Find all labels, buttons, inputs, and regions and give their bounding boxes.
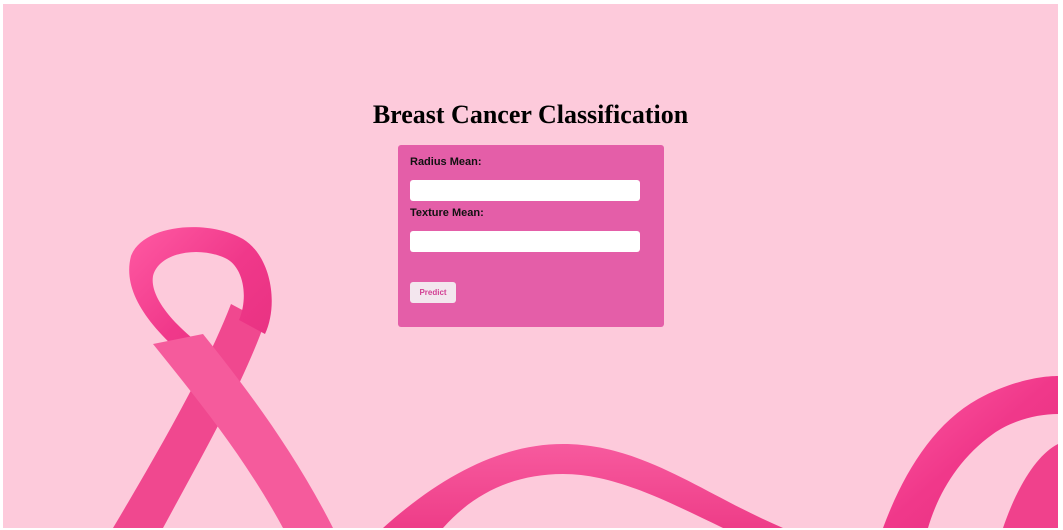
- page-viewport: Breast Cancer Classification Radius Mean…: [3, 4, 1058, 528]
- page-title: Breast Cancer Classification: [372, 100, 689, 129]
- awareness-ribbon-icon: [113, 227, 333, 528]
- radius-mean-label: Radius Mean:: [410, 156, 482, 168]
- prediction-form: Radius Mean: Texture Mean: Predict: [398, 145, 664, 327]
- texture-mean-input[interactable]: [410, 231, 640, 252]
- radius-mean-input[interactable]: [410, 180, 640, 201]
- predict-button[interactable]: Predict: [410, 282, 456, 303]
- texture-mean-label: Texture Mean:: [410, 207, 484, 219]
